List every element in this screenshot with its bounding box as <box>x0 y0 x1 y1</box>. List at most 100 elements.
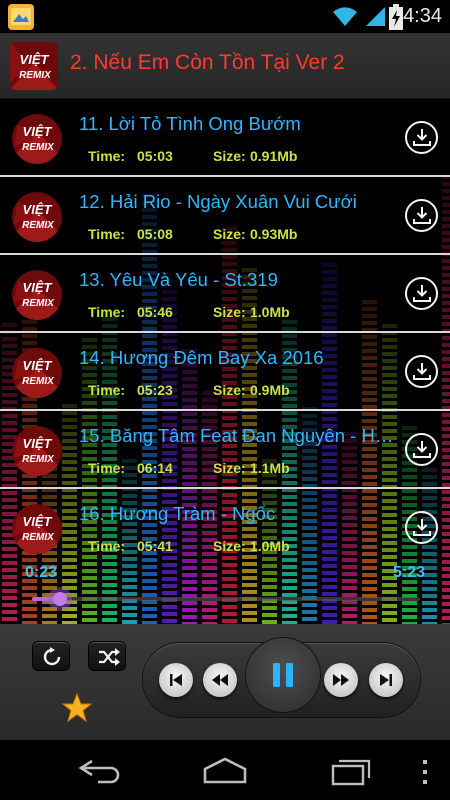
download-button[interactable] <box>405 277 438 310</box>
seek-bar-thumb[interactable] <box>47 587 72 611</box>
song-thumbnail: VIỆT REMIX <box>12 426 62 476</box>
song-list-item[interactable]: VIỆT REMIX 14. Hương Đêm Bay Xa 2016 Tim… <box>0 333 450 411</box>
size-label: Size: <box>213 304 246 320</box>
logo-text-top: VIỆT <box>23 514 53 529</box>
time-label: Time: <box>88 538 126 554</box>
song-title: 15. Băng Tâm Feat Đan Nguyên - Hải Ngoại <box>79 425 397 446</box>
battery-charging-icon <box>389 4 403 30</box>
download-button[interactable] <box>405 199 438 232</box>
song-thumbnail: VIỆT REMIX <box>12 504 62 554</box>
logo-text-top: VIỆT <box>20 52 50 67</box>
app-header: VIỆT REMIX 2. Nếu Em Còn Tồn Tại Ver 2 <box>0 33 450 99</box>
download-button[interactable] <box>405 121 438 154</box>
seek-bar[interactable] <box>32 587 420 611</box>
song-thumbnail: VIỆT REMIX <box>12 114 62 164</box>
logo-text-top: VIỆT <box>23 202 53 217</box>
song-list-item[interactable]: VIỆT REMIX 13. Yêu Và Yêu - St.319 Time:… <box>0 255 450 333</box>
logo-text-top: VIỆT <box>23 124 53 139</box>
song-list[interactable]: VIỆT REMIX 11. Lời Tỏ Tình Ong Bướm Time… <box>0 99 450 554</box>
song-title: 13. Yêu Và Yêu - St.319 <box>79 269 278 290</box>
rewind-icon <box>212 674 228 686</box>
download-icon <box>413 519 431 536</box>
skip-previous-button[interactable] <box>159 663 193 697</box>
song-size: 0.93Mb <box>250 226 298 242</box>
recent-apps-icon[interactable] <box>330 754 374 786</box>
size-label: Size: <box>213 460 246 476</box>
app-notification-icon <box>8 4 34 30</box>
song-duration: 05:23 <box>137 382 173 398</box>
song-duration: 06:14 <box>137 460 173 476</box>
song-list-item[interactable]: VIỆT REMIX 11. Lời Tỏ Tình Ong Bướm Time… <box>0 99 450 177</box>
rewind-button[interactable] <box>203 663 237 697</box>
logo-text-bottom: REMIX <box>22 532 55 543</box>
download-icon <box>413 441 431 458</box>
song-thumbnail: VIỆT REMIX <box>12 192 62 242</box>
download-icon <box>413 129 431 146</box>
download-icon <box>413 285 431 302</box>
song-title: 11. Lời Tỏ Tình Ong Bướm <box>79 113 301 134</box>
size-label: Size: <box>213 382 246 398</box>
song-size: 0.91Mb <box>250 148 298 164</box>
skip-next-button[interactable] <box>369 663 403 697</box>
song-title: 12. Hải Rio - Ngày Xuân Vui Cưới <box>79 191 357 212</box>
pause-icon <box>273 663 293 687</box>
repeat-icon <box>43 647 61 666</box>
download-icon <box>413 207 431 224</box>
logo-text-bottom: REMIX <box>22 376 55 387</box>
size-label: Size: <box>213 226 246 242</box>
logo-text-bottom: REMIX <box>19 70 52 81</box>
signal-icon <box>366 7 385 26</box>
song-size: 1.1Mb <box>250 460 290 476</box>
repeat-button[interactable] <box>32 641 70 671</box>
home-icon[interactable] <box>200 756 250 784</box>
time-label: Time: <box>88 148 126 164</box>
logo-text-bottom: REMIX <box>22 220 55 231</box>
time-label: Time: <box>88 460 126 476</box>
song-title: 14. Hương Đêm Bay Xa 2016 <box>79 347 324 368</box>
favorite-star-icon[interactable] <box>62 693 92 723</box>
time-label: Time: <box>88 226 126 242</box>
song-thumbnail: VIỆT REMIX <box>12 348 62 398</box>
fast-forward-icon <box>333 674 349 686</box>
status-clock: 4:34 <box>403 5 442 27</box>
size-label: Size: <box>213 148 246 164</box>
song-list-item[interactable]: VIỆT REMIX 12. Hải Rio - Ngày Xuân Vui C… <box>0 177 450 255</box>
song-list-item[interactable]: VIỆT REMIX 16. Hương Tràm - Ngốc Time: 0… <box>0 489 450 554</box>
skip-next-icon <box>380 674 392 686</box>
status-bar: 4:34 <box>0 0 450 33</box>
song-duration: 05:41 <box>137 538 173 554</box>
size-label: Size: <box>213 538 246 554</box>
download-icon <box>413 363 431 380</box>
song-duration: 05:46 <box>137 304 173 320</box>
player-controls <box>0 624 450 740</box>
wifi-icon <box>333 7 357 26</box>
seek-area: 0:23 5:23 <box>0 554 450 624</box>
song-duration: 05:03 <box>137 148 173 164</box>
song-list-item[interactable]: VIỆT REMIX 15. Băng Tâm Feat Đan Nguyên … <box>0 411 450 489</box>
song-size: 1.0Mb <box>250 538 290 554</box>
logo-text-top: VIỆT <box>23 436 53 451</box>
song-duration: 05:08 <box>137 226 173 242</box>
logo-text-top: VIỆT <box>23 280 53 295</box>
logo-text-top: VIỆT <box>23 358 53 373</box>
download-button[interactable] <box>405 511 438 544</box>
song-size: 1.0Mb <box>250 304 290 320</box>
song-thumbnail: VIỆT REMIX <box>12 270 62 320</box>
logo-text-bottom: REMIX <box>22 298 55 309</box>
download-button[interactable] <box>405 355 438 388</box>
logo-text-bottom: REMIX <box>22 142 55 153</box>
song-size: 0.9Mb <box>250 382 290 398</box>
menu-icon[interactable] <box>420 758 430 786</box>
total-duration: 5:23 <box>392 564 425 581</box>
fast-forward-button[interactable] <box>324 663 358 697</box>
back-icon[interactable] <box>78 758 122 784</box>
time-label: Time: <box>88 382 126 398</box>
logo-text-bottom: REMIX <box>22 454 55 465</box>
song-title: 16. Hương Tràm - Ngốc <box>79 503 276 524</box>
shuffle-button[interactable] <box>88 641 126 671</box>
shuffle-icon <box>99 648 120 666</box>
now-playing-title: 2. Nếu Em Còn Tồn Tại Ver 2 <box>70 51 345 74</box>
download-button[interactable] <box>405 433 438 466</box>
play-pause-button[interactable] <box>246 638 320 712</box>
skip-previous-icon <box>170 674 182 686</box>
